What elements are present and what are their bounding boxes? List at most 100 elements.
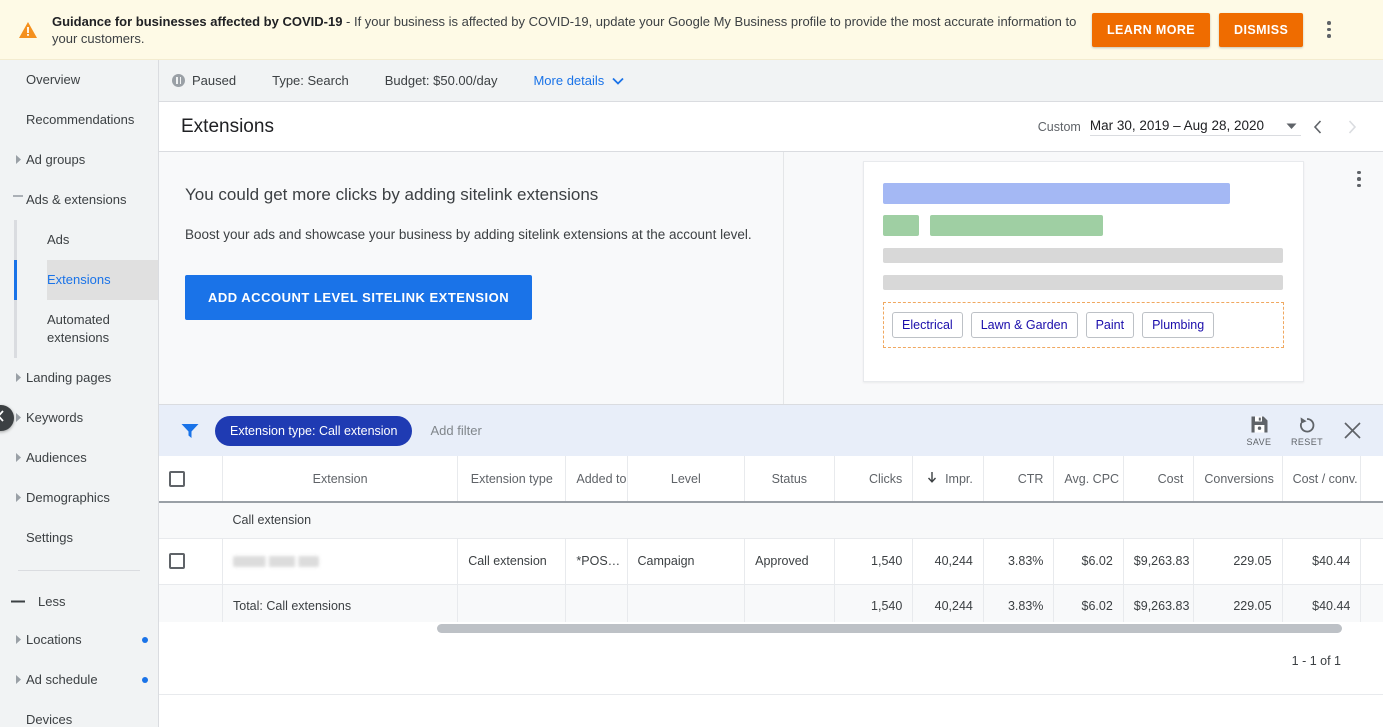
cell-avg-cpc: $6.02 [1053, 538, 1124, 585]
column-header-extension-type[interactable]: Extension type [457, 456, 567, 503]
sidebar-item-keywords[interactable]: Keywords [0, 398, 158, 438]
column-header-impr-label: Impr. [945, 471, 973, 486]
close-filter-bar-icon[interactable] [1331, 421, 1373, 440]
select-all-checkbox[interactable] [169, 470, 185, 487]
mock-ad-label-bar [883, 215, 919, 236]
column-header-conversions[interactable]: Conversions [1193, 456, 1283, 503]
date-range-preset-label: Custom [1037, 119, 1081, 134]
promo-content: You could get more clicks by adding site… [159, 152, 784, 404]
sitelink-chip-lawn-and-garden[interactable]: Lawn & Garden [970, 312, 1078, 338]
sitelink-chip-plumbing[interactable]: Plumbing [1142, 312, 1215, 338]
sidebar-item-label: Landing pages [26, 370, 112, 385]
sitelink-chip-electrical[interactable]: Electrical [892, 312, 963, 338]
banner-title: Guidance for businesses affected by COVI… [52, 13, 343, 29]
previous-period-button[interactable] [1301, 110, 1335, 144]
sidebar-item-extensions[interactable]: Extensions [14, 260, 158, 300]
table-row[interactable]: Call extension *POS… Campaign Approved 1… [159, 538, 1383, 585]
column-header-cost-per-conv[interactable]: Cost / conv. [1282, 456, 1362, 503]
sidebar-item-label: Devices [26, 712, 73, 727]
next-period-button[interactable] [1335, 110, 1369, 144]
date-range-text: Mar 30, 2019 – Aug 28, 2020 [1089, 117, 1264, 133]
dismiss-button[interactable]: DISMISS [1219, 12, 1304, 47]
table-horizontal-scrollbar-thumb[interactable] [437, 624, 1342, 633]
add-account-level-sitelink-extension-button[interactable]: ADD ACCOUNT LEVEL SITELINK EXTENSION [185, 275, 533, 320]
chevron-left-icon [0, 409, 6, 427]
group-row-label: Call extension [222, 502, 1383, 539]
column-header-extension[interactable]: Extension [222, 456, 459, 503]
add-filter-button[interactable]: Add filter [430, 423, 481, 438]
row-select-cell [159, 538, 223, 585]
sidebar-item-label: Overview [26, 72, 81, 87]
table-horizontal-scrollbar-track[interactable] [159, 622, 1383, 635]
column-header-ctr[interactable]: CTR [983, 456, 1055, 503]
learn-more-button[interactable]: LEARN MORE [1092, 12, 1211, 47]
sitelink-chip-paint[interactable]: Paint [1085, 312, 1135, 338]
reset-filter-button[interactable]: RESET [1283, 415, 1331, 447]
sidebar-item-devices[interactable]: Devices [0, 700, 158, 727]
active-filter-chip-extension-type[interactable]: Extension type: Call extension [215, 415, 413, 446]
new-badge-dot [142, 637, 148, 643]
mock-description-bar-2 [883, 275, 1283, 290]
more-details-label: More details [533, 73, 605, 88]
chevron-down-icon [1286, 118, 1297, 133]
extensions-table: Extension Extension type Added to Level … [159, 456, 1383, 629]
cell-cost-per-conv: $40.44 [1282, 538, 1362, 585]
sidebar-item-ad-schedule[interactable]: Ad schedule [0, 660, 158, 700]
save-label: SAVE [1246, 436, 1272, 447]
cell-clicks: 1,540 [834, 538, 914, 585]
mock-headline-bar [883, 183, 1230, 204]
sidebar-collapse-less-button[interactable]: Less [0, 583, 158, 620]
sidebar-item-overview[interactable]: Overview [0, 60, 158, 100]
save-disk-icon [1251, 416, 1267, 432]
sidebar-item-recommendations[interactable]: Recommendations [0, 100, 158, 140]
save-filter-button[interactable]: SAVE [1235, 415, 1283, 447]
promo-description: Boost your ads and showcase your busines… [185, 227, 752, 242]
campaign-budget: Budget: $50.00/day [384, 73, 498, 88]
sidebar-item-ads-and-extensions[interactable]: Ads & extensions [0, 180, 158, 220]
column-header-avg-cpc[interactable]: Avg. CPC [1053, 456, 1124, 503]
column-header-status[interactable]: Status [744, 456, 835, 503]
sidebar-item-label: Demographics [26, 490, 110, 505]
column-header-conv-truncated[interactable]: Conv [1360, 456, 1383, 503]
campaign-type: Type: Search [272, 73, 349, 88]
ad-preview-mockup: Electrical Lawn & Garden Paint Plumbing [863, 161, 1304, 382]
sidebar-item-label: Keywords [26, 410, 84, 425]
cell-status: Approved [744, 538, 835, 585]
sidebar-item-audiences[interactable]: Audiences [0, 438, 158, 478]
warning-triangle-icon [18, 20, 38, 40]
table-pagination: 1 - 1 of 1 [159, 640, 1383, 682]
select-all-header [159, 456, 223, 503]
campaign-status-bar: Paused Type: Search Budget: $50.00/day M… [159, 60, 1383, 102]
sidebar-item-locations[interactable]: Locations [0, 620, 158, 660]
column-header-level[interactable]: Level [627, 456, 746, 503]
column-header-impr[interactable]: Impr. [912, 456, 984, 503]
sidebar-item-demographics[interactable]: Demographics [0, 478, 158, 518]
date-range-picker: Custom Mar 30, 2019 – Aug 28, 2020 [1038, 110, 1383, 144]
sidebar-item-landing-pages[interactable]: Landing pages [0, 358, 158, 398]
page-header: Extensions Custom Mar 30, 2019 – Aug 28,… [159, 102, 1383, 152]
chevron-down-icon [10, 195, 26, 202]
filter-icon[interactable] [181, 423, 215, 439]
sidebar-item-automated-extensions[interactable]: Automated extensions [47, 300, 158, 358]
more-details-toggle[interactable]: More details [533, 73, 624, 88]
date-range-value[interactable]: Mar 30, 2019 – Aug 28, 2020 [1089, 117, 1301, 136]
promo-overflow-menu-icon[interactable] [1346, 166, 1372, 192]
sidebar-item-ad-groups[interactable]: Ad groups [0, 140, 158, 180]
cell-extension-type: Call extension [457, 538, 567, 585]
reset-label: RESET [1290, 436, 1323, 447]
column-header-added-to[interactable]: Added to [565, 456, 628, 503]
table-group-row: Call extension [159, 502, 1383, 539]
chevron-right-icon [10, 373, 26, 382]
column-header-clicks[interactable]: Clicks [834, 456, 914, 503]
new-badge-dot [142, 677, 148, 683]
chevron-right-icon [10, 493, 26, 502]
column-header-cost[interactable]: Cost [1123, 456, 1195, 503]
google-ads-extensions-page: Guidance for businesses affected by COVI… [0, 0, 1383, 727]
banner-message: Guidance for businesses affected by COVI… [52, 13, 1092, 47]
sidebar-item-ads[interactable]: Ads [47, 220, 158, 260]
row-checkbox[interactable] [169, 553, 185, 569]
cell-cost: $9,263.83 [1123, 538, 1195, 585]
sidebar-item-settings[interactable]: Settings [0, 518, 158, 558]
banner-overflow-menu-icon[interactable] [1312, 13, 1346, 47]
mock-url-bar [930, 215, 1103, 236]
